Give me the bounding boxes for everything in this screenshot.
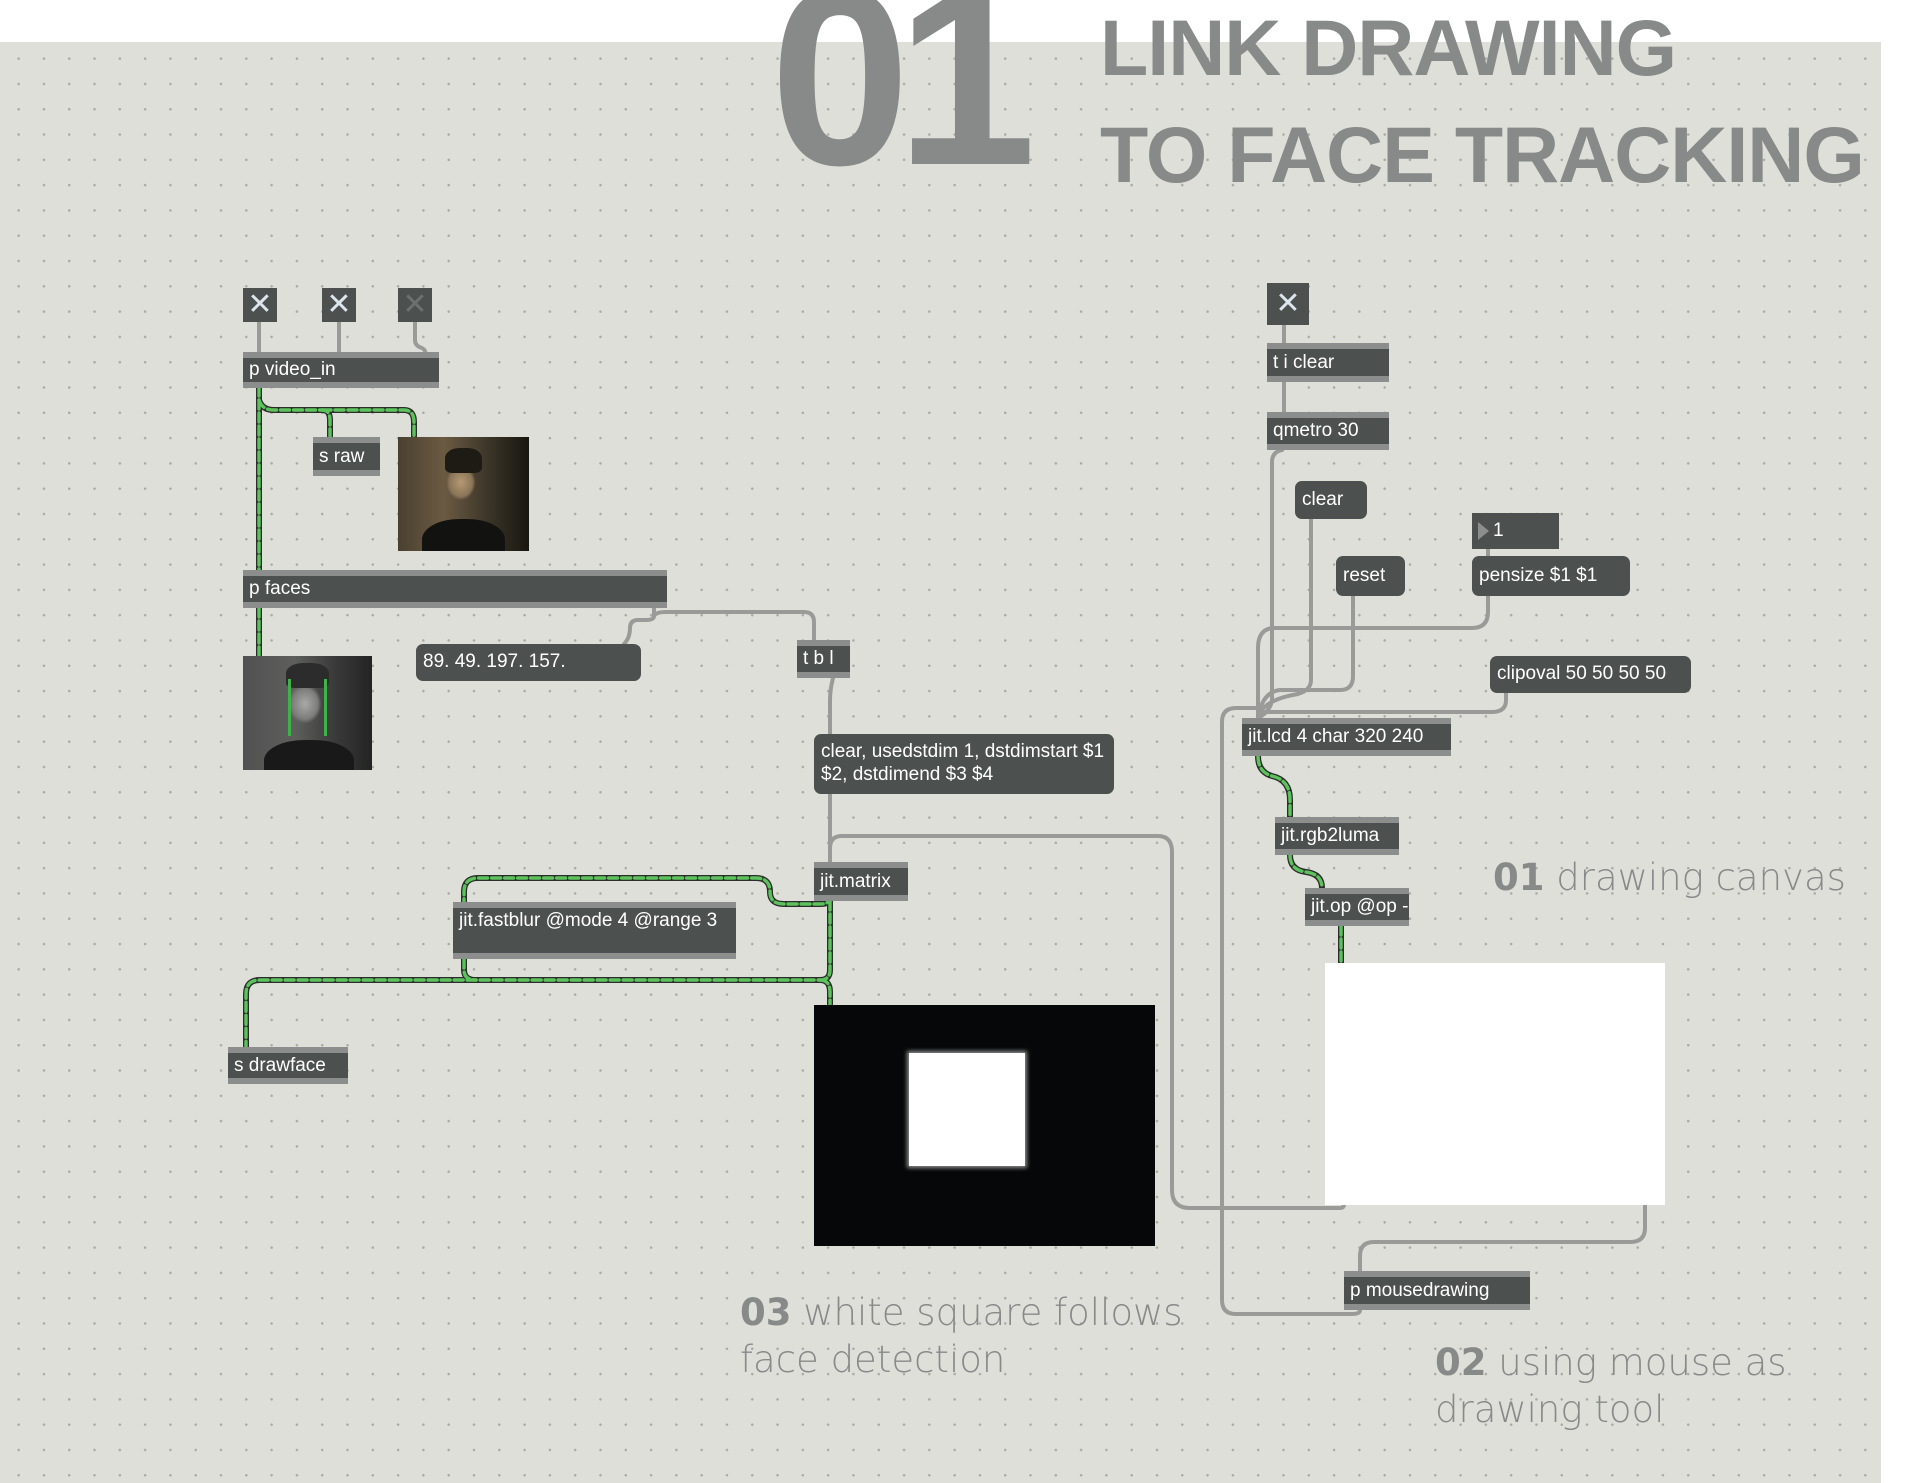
object-trigger-clear[interactable]: t i clear (1267, 343, 1389, 382)
section-title-line2: TO FACE TRACKING (1100, 110, 1865, 199)
object-jit-op[interactable]: jit.op @op - (1305, 888, 1409, 926)
object-video-in[interactable]: p video_in (243, 352, 439, 388)
toggle-3[interactable]: ✕ (398, 288, 432, 322)
message-clipoval[interactable]: clipoval 50 50 50 50 (1490, 656, 1691, 693)
jit-pwindow-face-mask (814, 1005, 1155, 1246)
message-face-coords[interactable]: 89. 49. 197. 157. (416, 644, 641, 681)
object-mousedrawing[interactable]: p mousedrawing (1344, 1271, 1530, 1310)
number-box-pensize[interactable]: 1 (1472, 513, 1559, 549)
object-qmetro[interactable]: qmetro 30 (1267, 412, 1389, 450)
note-01-text: drawing canvas (1556, 856, 1846, 899)
toggle-x-icon: ✕ (402, 288, 428, 321)
number-triangle-icon (1478, 522, 1489, 540)
video-preview-faces (243, 656, 372, 770)
object-trigger-tbl[interactable]: t b l (797, 640, 850, 678)
message-clear[interactable]: clear (1295, 481, 1367, 519)
object-jit-fastblur[interactable]: jit.fastblur @mode 4 @range 3 (453, 902, 736, 959)
object-jit-matrix[interactable]: jit.matrix (814, 862, 908, 901)
object-jit-rgb2luma[interactable]: jit.rgb2luma (1275, 817, 1399, 855)
object-jit-lcd[interactable]: jit.lcd 4 char 320 240 (1242, 718, 1451, 756)
note-02: 02 using mouse as drawing tool (1435, 1340, 1815, 1434)
note-02-number: 02 (1435, 1341, 1487, 1384)
object-send-drawface[interactable]: s drawface (228, 1047, 348, 1084)
toggle-x-icon: ✕ (326, 288, 352, 321)
face-box-right-edge (324, 678, 328, 736)
message-pensize[interactable]: pensize $1 $1 (1472, 556, 1630, 596)
note-01: 01 drawing canvas (1493, 855, 1846, 902)
object-send-raw[interactable]: s raw (313, 437, 380, 476)
message-dstdim[interactable]: clear, usedstdim 1, dstdimstart $1 $2, d… (814, 734, 1114, 794)
section-number: 01 (770, 0, 1036, 218)
note-02-text: using mouse as drawing tool (1435, 1341, 1787, 1431)
message-reset[interactable]: reset (1336, 556, 1405, 596)
section-title-line1: LINK DRAWING (1100, 3, 1677, 92)
note-03-text: white square follows face detection (740, 1291, 1183, 1381)
toggle-x-icon: ✕ (1275, 287, 1301, 320)
number-box-value: 1 (1493, 520, 1504, 541)
white-square-face-marker (909, 1053, 1026, 1167)
toggle-1[interactable]: ✕ (243, 288, 277, 322)
video-preview-raw (398, 437, 529, 551)
note-01-number: 01 (1493, 856, 1545, 899)
toggle-x-icon: ✕ (247, 288, 273, 321)
object-faces[interactable]: p faces (243, 570, 667, 608)
toggle-drawing[interactable]: ✕ (1267, 283, 1309, 325)
toggle-2[interactable]: ✕ (322, 288, 356, 322)
jit-pwindow-drawing-canvas[interactable] (1325, 963, 1665, 1205)
note-03: 03 white square follows face detection (740, 1290, 1210, 1384)
note-03-number: 03 (740, 1291, 792, 1334)
face-box-left-edge (288, 678, 292, 736)
